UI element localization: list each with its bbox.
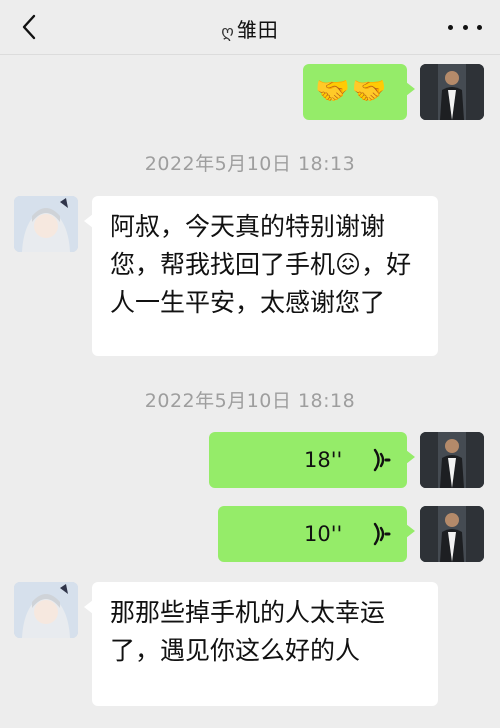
voice-wave-icon: [373, 448, 391, 472]
contact-avatar-image: [14, 196, 78, 252]
voice-wave-icon: [373, 522, 391, 546]
contact-avatar-image: [14, 582, 78, 638]
more-icon: [448, 24, 453, 30]
user-avatar-image: [420, 432, 484, 488]
more-icon-dot: [477, 24, 482, 30]
timestamp: 2022年5月10日 18:18: [144, 390, 356, 412]
user-avatar-image: [420, 506, 484, 562]
emoji-content: 🤝🤝: [315, 74, 389, 107]
voice-message-bubble[interactable]: 10'': [218, 506, 415, 562]
voice-duration: 18'': [304, 448, 343, 472]
contact-avatar[interactable]: [14, 582, 78, 638]
received-message-bubble[interactable]: 阿叔，今天真的特别谢谢您，帮我找回了手机😖，好人一生平安，太感谢您了: [84, 196, 438, 356]
message-text: 那那些掉手机的人太幸运了，遇见你这么好的人: [110, 598, 386, 665]
chat-title: ღ 雏田: [0, 14, 500, 43]
message-text: 阿叔，今天真的特别谢谢您，帮我找回了手机😖，好人一生平安，太感谢您了: [110, 212, 412, 317]
voice-duration: 10'': [304, 522, 343, 546]
sent-avatar[interactable]: [420, 506, 484, 562]
contact-name: 雏田: [236, 18, 279, 42]
sent-emoji-bubble[interactable]: 🤝🤝: [303, 64, 415, 120]
more-icon-dot: [462, 24, 468, 30]
contact-avatar[interactable]: [14, 196, 78, 252]
sent-avatar[interactable]: [420, 432, 484, 488]
received-message-bubble[interactable]: 那那些掉手机的人太幸运了，遇见你这么好的人: [84, 582, 438, 706]
chat-header: ღ 雏田: [0, 0, 500, 55]
timestamp: 2022年5月10日 18:13: [144, 153, 356, 175]
voice-message-bubble[interactable]: 18'': [209, 432, 415, 488]
title-prefix-icon: ღ: [221, 22, 235, 41]
more-options-button[interactable]: [448, 17, 482, 37]
user-avatar-image: [420, 64, 484, 120]
sent-avatar[interactable]: [420, 64, 484, 120]
